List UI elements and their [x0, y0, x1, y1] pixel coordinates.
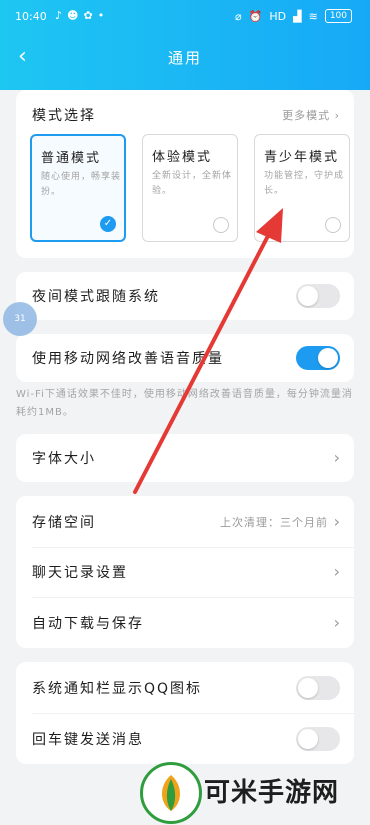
font-size-row[interactable]: 字体大小 › [16, 434, 354, 482]
chevron-right-icon: › [333, 613, 340, 632]
chat-history-row[interactable]: 聊天记录设置 › [16, 548, 354, 596]
mobile-voice-card: 使用移动网络改善语音质量 [16, 334, 354, 382]
enter-send-label: 回车键发送消息 [32, 732, 144, 748]
wifi-icon: ≋ [308, 9, 318, 23]
enter-send-row: 回车键发送消息 [16, 715, 354, 763]
divider [32, 597, 354, 598]
chat-history-label: 聊天记录设置 [32, 565, 128, 581]
toggle-knob [298, 729, 318, 749]
mobile-voice-row: 使用移动网络改善语音质量 [16, 334, 354, 382]
storage-sub: 上次清理：三个月前 [220, 516, 328, 529]
mode-label: 模式选择 [32, 108, 96, 124]
mode-tile-teen[interactable]: 青少年模式 功能管控，守护成长。 [254, 134, 350, 242]
signal-icon: ▟ [293, 9, 302, 23]
mode-card: 模式选择 更多模式 › 普通模式 随心使用，畅享装扮。 ✓ 体验模式 全新设计，… [16, 90, 354, 258]
mode-tile-experience[interactable]: 体验模式 全新设计，全新体验。 [142, 134, 238, 242]
mode-tile-normal[interactable]: 普通模式 随心使用，畅享装扮。 ✓ [30, 134, 126, 242]
system-icons: ⌀ ⏰ HD ▟ ≋ 100 [235, 9, 352, 23]
cat-icon: ☻ [67, 9, 84, 22]
notif-icon-label: 系统通知栏显示QQ图标 [32, 681, 203, 697]
chevron-right-icon: › [333, 512, 340, 531]
page-title: 通用 [167, 49, 202, 67]
radio-icon [325, 217, 341, 233]
auto-download-label: 自动下载与保存 [32, 616, 144, 632]
notification-card: 系统通知栏显示QQ图标 回车键发送消息 [16, 662, 354, 764]
enter-send-toggle[interactable] [296, 727, 340, 751]
toggle-knob [298, 678, 318, 698]
alarm-icon: ⏰ [248, 9, 263, 23]
status-time: 10:40 [15, 10, 47, 23]
battery-icon: 100 [324, 9, 352, 23]
nav-bar: ‹ 通用 [0, 38, 370, 78]
mode-tile-desc: 功能管控，守护成长。 [264, 171, 345, 196]
chevron-right-icon: › [333, 562, 340, 581]
notification-icons: ♪☻✿• [55, 9, 109, 22]
storage-row[interactable]: 存储空间 上次清理：三个月前 › [16, 498, 354, 546]
divider [32, 713, 354, 714]
mute-icon: ⌀ [235, 9, 242, 23]
mode-tile-name: 青少年模式 [264, 150, 340, 165]
radio-icon [213, 217, 229, 233]
more-modes-label: 更多模式 [282, 109, 331, 122]
night-mode-row: 夜间模式跟随系统 [16, 272, 354, 320]
auto-download-row[interactable]: 自动下载与保存 › [16, 599, 354, 647]
check-icon: ✓ [100, 216, 116, 232]
font-size-label: 字体大小 [32, 451, 96, 467]
mobile-voice-label: 使用移动网络改善语音质量 [32, 351, 224, 367]
mode-tile-desc: 全新设计，全新体验。 [152, 171, 233, 196]
mode-tile-name: 体验模式 [152, 150, 213, 165]
dot-icon: • [97, 9, 110, 22]
chevron-right-icon: › [333, 448, 340, 467]
watermark-text: 可米手游网 [204, 778, 340, 808]
night-mode-label: 夜间模式跟随系统 [32, 289, 160, 305]
more-modes-link[interactable]: 更多模式 › [282, 107, 340, 123]
toggle-knob [318, 348, 338, 368]
night-mode-toggle[interactable] [296, 284, 340, 308]
status-bar: 10:40 ♪☻✿• ⌀ ⏰ HD ▟ ≋ 100 [0, 0, 370, 34]
notif-icon-row: 系统通知栏显示QQ图标 [16, 664, 354, 712]
header-bar: 10:40 ♪☻✿• ⌀ ⏰ HD ▟ ≋ 100 ‹ 通用 [0, 0, 370, 90]
font-size-card: 字体大小 › [16, 434, 354, 482]
night-mode-card: 夜间模式跟随系统 [16, 272, 354, 320]
mobile-voice-toggle[interactable] [296, 346, 340, 370]
mobile-voice-note: Wi-Fi下通话效果不佳时，使用移动网络改善语音质量，每分钟流量消耗约1MB。 [16, 389, 353, 418]
mode-tile-name: 普通模式 [41, 151, 102, 166]
leaf-logo-icon [140, 762, 202, 824]
storage-card: 存储空间 上次清理：三个月前 › 聊天记录设置 › 自动下载与保存 › [16, 496, 354, 648]
floating-bubble[interactable]: 31 [3, 302, 37, 336]
storage-label: 存储空间 [32, 515, 96, 531]
watermark: 可米手游网 [112, 758, 370, 824]
mode-tile-desc: 随心使用，畅享装扮。 [41, 172, 122, 197]
flower-icon: ✿ [83, 9, 98, 22]
network-label: HD [269, 9, 287, 23]
notif-icon-toggle[interactable] [296, 676, 340, 700]
bell-icon: ♪ [55, 9, 68, 22]
toggle-knob [298, 286, 318, 306]
